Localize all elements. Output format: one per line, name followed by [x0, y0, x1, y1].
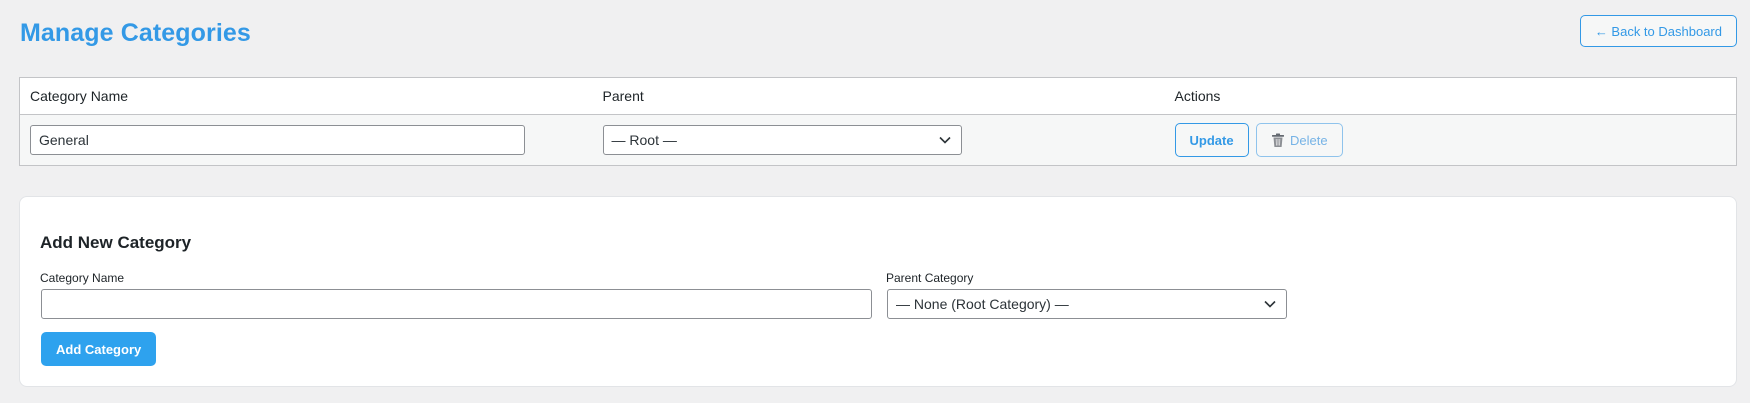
parent-category-select-value: — None (Root Category) — — [896, 296, 1069, 312]
cell-parent: — Root — — [592, 114, 1165, 166]
parent-select-value: — Root — — [611, 132, 677, 148]
trash-icon — [1272, 133, 1285, 147]
categories-table: Category Name Parent Actions — Root — Up… — [19, 77, 1737, 166]
parent-category-select[interactable]: — None (Root Category) — — [887, 289, 1287, 319]
back-to-dashboard-button[interactable]: ← Back to Dashboard — [1579, 15, 1737, 47]
add-category-heading: Add New Category — [40, 233, 192, 252]
update-button[interactable]: Update — [1174, 123, 1249, 157]
category-name-label: Category Name — [40, 271, 125, 285]
update-button-label: Update — [1189, 132, 1234, 148]
page-title: Manage Categories — [20, 19, 251, 47]
add-category-card: Add New Category Category Name Parent Ca… — [19, 196, 1737, 387]
chevron-down-icon — [938, 136, 951, 144]
column-header-actions: Actions — [1164, 77, 1737, 115]
delete-button[interactable]: Delete — [1256, 123, 1343, 157]
parent-select[interactable]: — Root — — [602, 125, 962, 155]
category-name-input[interactable] — [30, 125, 525, 155]
table-header-row: Category Name Parent Actions — [19, 77, 1737, 115]
delete-button-label: Delete — [1290, 132, 1328, 148]
add-category-button[interactable]: Add Category — [41, 332, 157, 366]
cell-actions: Update Delete — [1164, 114, 1737, 166]
new-category-name-input[interactable] — [41, 289, 872, 319]
parent-category-label: Parent Category — [886, 271, 974, 285]
chevron-down-icon — [1264, 300, 1276, 308]
cell-category-name — [19, 114, 593, 166]
table-row: — Root — Update — [19, 114, 1737, 166]
column-header-category-name: Category Name — [19, 77, 593, 115]
column-header-parent: Parent — [592, 77, 1165, 115]
